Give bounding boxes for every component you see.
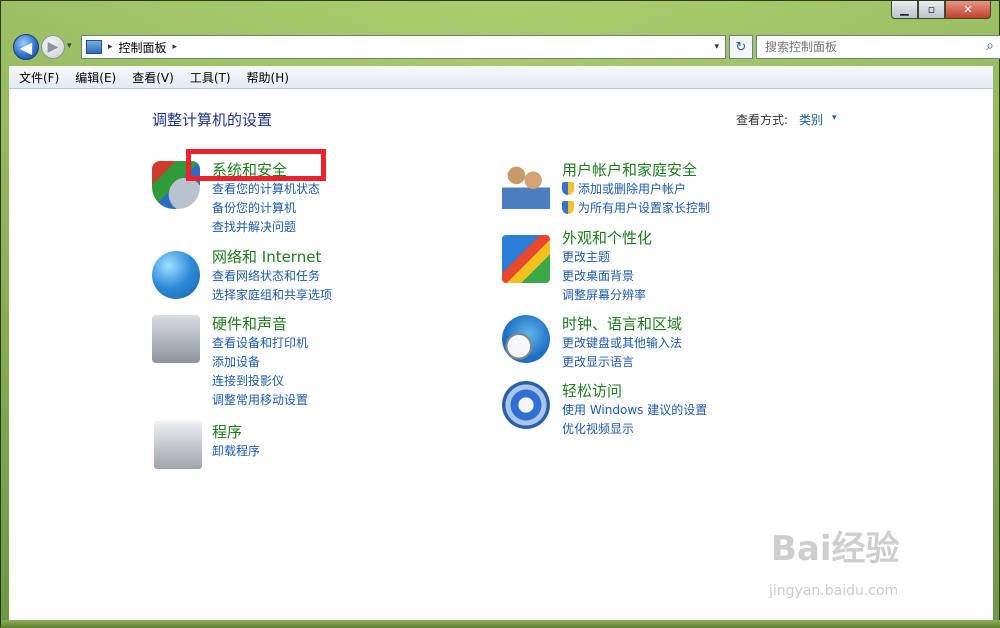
chevron-down-icon[interactable]: ▾: [832, 113, 837, 123]
link-view-computer-status[interactable]: 查看您的计算机状态: [212, 180, 320, 199]
view-by-label: 查看方式:: [736, 113, 789, 127]
search-box: ⌕: [756, 35, 1000, 59]
link-network-status[interactable]: 查看网络状态和任务: [212, 267, 332, 286]
control-panel-icon: [86, 40, 102, 54]
category-clock-language: 时钟、语言和区域 更改键盘或其他输入法 更改显示语言: [562, 313, 682, 372]
appearance-icon[interactable]: [502, 235, 550, 283]
printer-icon[interactable]: [152, 315, 200, 363]
control-panel-window: ▁ ▫ ✕ ◀ ▶ ▾ ▸ 控制面板 ▸ ▾ ↻ ⌕ 文件(F) 编辑(E) 查…: [0, 0, 1000, 628]
address-bar[interactable]: ▸ 控制面板 ▸ ▾: [81, 35, 726, 59]
category-title-clock[interactable]: 时钟、语言和区域: [562, 313, 682, 334]
navigation-bar: ◀ ▶ ▾ ▸ 控制面板 ▸ ▾ ↻ ⌕: [9, 31, 1000, 63]
link-add-remove-users[interactable]: 添加或删除用户帐户: [562, 180, 710, 199]
category-title-hardware[interactable]: 硬件和声音: [212, 313, 308, 334]
uac-shield-icon: [562, 201, 574, 214]
link-change-theme[interactable]: 更改主题: [562, 248, 652, 267]
link-parental-controls[interactable]: 为所有用户设置家长控制: [562, 199, 710, 218]
link-optimize-visual-display[interactable]: 优化视频显示: [562, 420, 707, 439]
ease-of-access-icon[interactable]: [502, 381, 550, 429]
recent-pages-dropdown[interactable]: ▾: [67, 41, 72, 51]
search-icon[interactable]: ⌕: [986, 38, 994, 54]
maximize-icon: ▫: [927, 3, 936, 16]
baidu-watermark-url: jingyan.baidu.com: [769, 583, 899, 599]
arrow-left-icon: ◀: [19, 37, 33, 57]
category-title-network[interactable]: 网络和 Internet: [212, 246, 332, 267]
programs-icon[interactable]: [154, 421, 202, 469]
caption-buttons: ▁ ▫ ✕: [891, 1, 991, 19]
menu-view[interactable]: 查看(V): [132, 69, 174, 86]
category-appearance: 外观和个性化 更改主题 更改桌面背景 调整屏幕分辨率: [562, 227, 652, 305]
link-uninstall-program[interactable]: 卸载程序: [212, 442, 260, 461]
network-globe-icon[interactable]: [152, 251, 200, 299]
category-title-user-accounts[interactable]: 用户帐户和家庭安全: [562, 159, 710, 180]
back-button[interactable]: ◀: [13, 34, 39, 60]
address-dropdown-icon[interactable]: ▾: [714, 42, 719, 52]
baidu-watermark: Bai经验: [771, 529, 900, 569]
maximize-button[interactable]: ▫: [918, 1, 945, 19]
breadcrumb-separator-icon[interactable]: ▸: [173, 42, 178, 52]
page-title: 调整计算机的设置: [152, 111, 273, 129]
arrow-right-icon: ▶: [47, 39, 59, 55]
link-screen-resolution[interactable]: 调整屏幕分辨率: [562, 286, 652, 305]
link-mobility-settings[interactable]: 调整常用移动设置: [212, 391, 308, 410]
search-input[interactable]: [763, 39, 972, 55]
forward-button[interactable]: ▶: [41, 35, 65, 59]
category-programs: 程序 卸载程序: [212, 421, 260, 461]
link-change-display-language[interactable]: 更改显示语言: [562, 353, 682, 372]
breadcrumb-control-panel[interactable]: 控制面板: [119, 39, 167, 56]
menu-edit[interactable]: 编辑(E): [75, 69, 116, 86]
annotation-highlight-box: [186, 149, 326, 181]
category-title-appearance[interactable]: 外观和个性化: [562, 227, 652, 248]
link-add-device[interactable]: 添加设备: [212, 353, 308, 372]
close-button[interactable]: ✕: [945, 1, 991, 19]
refresh-button[interactable]: ↻: [729, 35, 753, 59]
minimize-icon: ▁: [900, 3, 909, 16]
link-change-keyboards[interactable]: 更改键盘或其他输入法: [562, 334, 682, 353]
link-troubleshoot[interactable]: 查找并解决问题: [212, 218, 320, 237]
category-network: 网络和 Internet 查看网络状态和任务 选择家庭组和共享选项: [212, 246, 332, 305]
close-icon: ✕: [963, 3, 973, 16]
user-accounts-icon[interactable]: [502, 161, 550, 209]
category-title-programs[interactable]: 程序: [212, 421, 260, 442]
category-hardware-sound: 硬件和声音 查看设备和打印机 添加设备 连接到投影仪 调整常用移动设置: [212, 313, 308, 410]
menu-file[interactable]: 文件(F): [19, 69, 59, 86]
link-backup-computer[interactable]: 备份您的计算机: [212, 199, 320, 218]
breadcrumb-separator-icon[interactable]: ▸: [108, 42, 113, 52]
view-by-dropdown[interactable]: 类别: [799, 111, 823, 128]
menu-help[interactable]: 帮助(H): [247, 69, 289, 86]
category-title-ease-of-access[interactable]: 轻松访问: [562, 380, 707, 401]
link-change-background[interactable]: 更改桌面背景: [562, 267, 652, 286]
link-windows-suggested-settings[interactable]: 使用 Windows 建议的设置: [562, 401, 707, 420]
category-user-accounts: 用户帐户和家庭安全 添加或删除用户帐户 为所有用户设置家长控制: [562, 159, 710, 218]
link-devices-printers[interactable]: 查看设备和打印机: [212, 334, 308, 353]
category-ease-of-access: 轻松访问 使用 Windows 建议的设置 优化视频显示: [562, 380, 707, 439]
link-homegroup-sharing[interactable]: 选择家庭组和共享选项: [212, 286, 332, 305]
refresh-icon: ↻: [735, 39, 747, 55]
clock-globe-icon[interactable]: [502, 315, 550, 363]
menu-tools[interactable]: 工具(T): [190, 69, 231, 86]
menu-bar: 文件(F) 编辑(E) 查看(V) 工具(T) 帮助(H): [9, 66, 993, 89]
link-connect-projector[interactable]: 连接到投影仪: [212, 372, 308, 391]
uac-shield-icon: [562, 182, 574, 195]
minimize-button[interactable]: ▁: [891, 1, 918, 19]
